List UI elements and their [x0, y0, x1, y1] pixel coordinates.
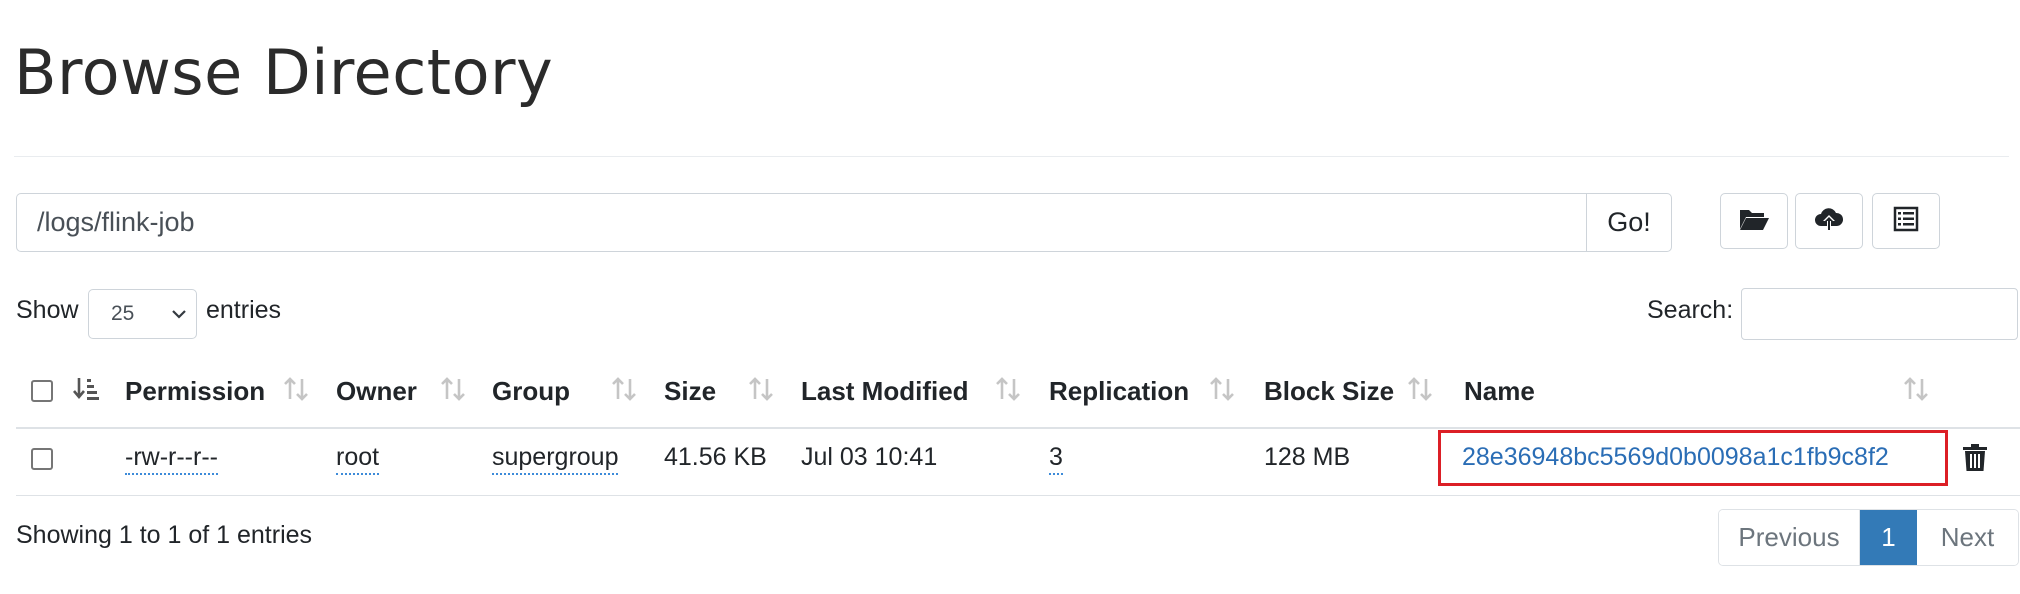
sort-both-icon[interactable]: [282, 375, 310, 408]
path-input[interactable]: [16, 193, 1586, 252]
previous-page-button[interactable]: Previous: [1719, 510, 1860, 565]
permission-value[interactable]: -rw-r--r--: [125, 443, 218, 475]
upload-files-button[interactable]: [1795, 193, 1863, 249]
title-divider: [14, 156, 2009, 157]
table-row-divider: [16, 495, 2020, 496]
column-header-name[interactable]: Name: [1464, 376, 1535, 407]
block-size-value: 128 MB: [1264, 443, 1351, 471]
sort-both-icon[interactable]: [747, 375, 775, 408]
column-header-replication[interactable]: Replication: [1049, 376, 1189, 407]
sort-descending-icon[interactable]: [72, 375, 100, 408]
entries-per-page-select[interactable]: 25: [88, 289, 197, 339]
cloud-upload-icon: [1813, 206, 1845, 237]
sort-both-icon[interactable]: [439, 375, 467, 408]
column-header-permission[interactable]: Permission: [125, 376, 265, 407]
chevron-down-icon: [170, 305, 188, 329]
column-header-last-modified[interactable]: Last Modified: [801, 376, 969, 407]
sort-both-icon[interactable]: [994, 375, 1022, 408]
search-label: Search:: [1647, 296, 1734, 324]
page-title: Browse Directory: [14, 36, 554, 109]
pagination: Previous 1 Next: [1718, 509, 2019, 566]
select-all-checkbox[interactable]: [31, 380, 53, 402]
sort-both-icon[interactable]: [1406, 375, 1434, 408]
size-value: 41.56 KB: [664, 443, 767, 471]
table-info: Showing 1 to 1 of 1 entries: [16, 521, 313, 549]
show-label: Show: [16, 296, 79, 324]
column-header-block-size[interactable]: Block Size: [1264, 376, 1394, 407]
owner-value[interactable]: root: [336, 443, 380, 475]
view-list-button[interactable]: [1872, 193, 1940, 249]
sort-both-icon[interactable]: [1208, 375, 1236, 408]
go-button[interactable]: Go!: [1586, 193, 1672, 252]
sort-both-icon[interactable]: [610, 375, 638, 408]
page-1-button[interactable]: 1: [1860, 510, 1917, 565]
list-icon: [1893, 206, 1919, 237]
search-input[interactable]: [1741, 288, 2018, 340]
replication-value[interactable]: 3: [1049, 443, 1063, 475]
column-header-group[interactable]: Group: [492, 376, 570, 407]
sort-both-icon[interactable]: [1902, 375, 1930, 408]
create-directory-button[interactable]: [1720, 193, 1788, 249]
entries-label: entries: [206, 296, 282, 324]
last-modified-value: Jul 03 10:41: [801, 443, 938, 471]
column-header-owner[interactable]: Owner: [336, 376, 417, 407]
group-value[interactable]: supergroup: [492, 443, 619, 475]
column-header-size[interactable]: Size: [664, 376, 716, 407]
row-checkbox[interactable]: [31, 448, 53, 470]
file-name-link[interactable]: 28e36948bc5569d0b0098a1c1fb9c8f2: [1462, 443, 1889, 472]
next-page-button[interactable]: Next: [1917, 510, 2018, 565]
trash-icon[interactable]: [1962, 443, 1988, 478]
folder-open-icon: [1738, 206, 1770, 237]
table-header-divider: [16, 427, 2020, 429]
entries-selected-value: 25: [111, 302, 135, 325]
